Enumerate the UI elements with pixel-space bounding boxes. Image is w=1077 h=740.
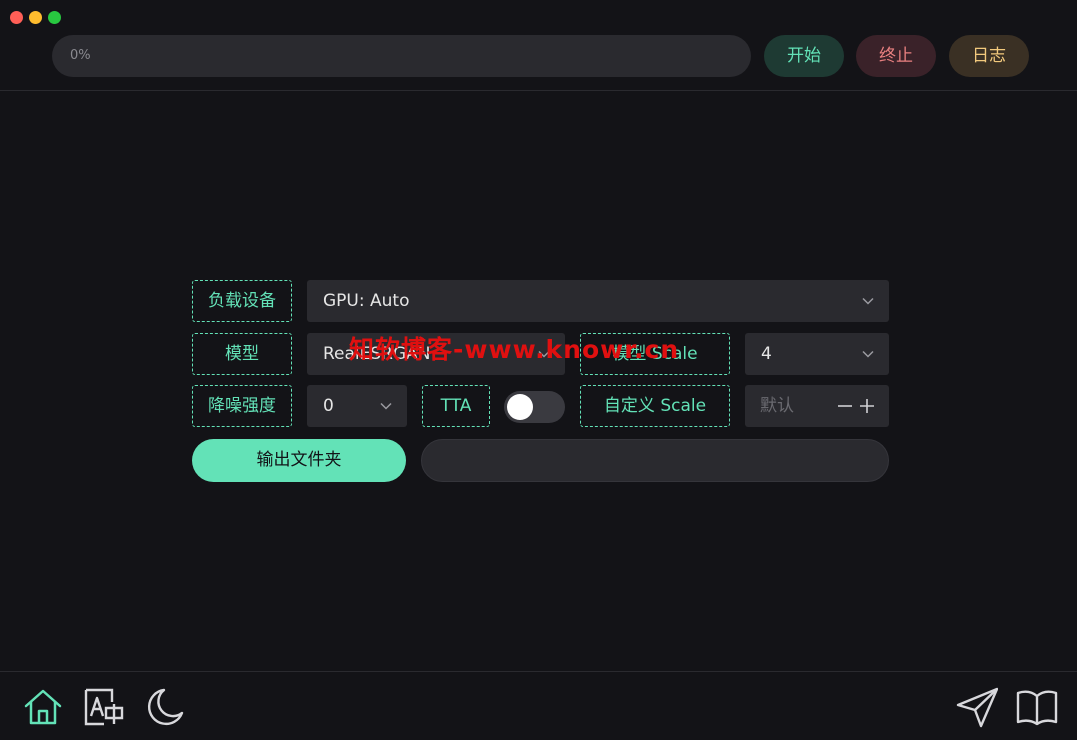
custom-scale-stepper[interactable]: 默认: [745, 385, 889, 427]
progress-text: 0%: [70, 48, 91, 63]
top-divider: [0, 90, 1077, 91]
device-label: 负载设备: [192, 280, 292, 322]
device-value: GPU: Auto: [323, 291, 410, 311]
device-select[interactable]: GPU: Auto: [307, 280, 889, 322]
zoom-window-button[interactable]: [48, 11, 61, 24]
output-folder-button[interactable]: 输出文件夹: [192, 439, 406, 482]
denoise-label: 降噪强度: [192, 385, 292, 427]
minus-icon[interactable]: [836, 397, 854, 415]
output-path-field[interactable]: [421, 439, 889, 482]
moon-icon[interactable]: [142, 686, 184, 728]
toggle-knob: [507, 394, 533, 420]
bottom-divider: [0, 671, 1077, 672]
chevron-down-icon: [862, 297, 874, 305]
model-label: 模型: [192, 333, 292, 375]
minimize-window-button[interactable]: [29, 11, 42, 24]
send-icon[interactable]: [956, 686, 998, 728]
log-button[interactable]: 日志: [949, 35, 1029, 77]
model-scale-label: 模型 Scale: [580, 333, 730, 375]
model-scale-value: 4: [761, 344, 772, 364]
tta-label: TTA: [422, 385, 490, 427]
book-icon[interactable]: [1016, 686, 1058, 728]
denoise-value: 0: [323, 396, 334, 416]
denoise-select[interactable]: 0: [307, 385, 407, 427]
chevron-down-icon: [380, 402, 392, 410]
stop-button[interactable]: 终止: [856, 35, 936, 77]
model-select[interactable]: RealESRGAN: [307, 333, 565, 375]
model-scale-select[interactable]: 4: [745, 333, 889, 375]
tta-toggle[interactable]: [504, 391, 565, 423]
chevron-down-icon: [538, 350, 550, 358]
progress-bar: 0%: [52, 35, 751, 77]
model-value: RealESRGAN: [323, 344, 431, 364]
plus-icon[interactable]: [858, 397, 876, 415]
home-icon[interactable]: [22, 686, 64, 728]
custom-scale-placeholder: 默认: [760, 396, 794, 416]
app-window: 0% 开始 终止 日志 负载设备 GPU: Auto 模型 RealESRGAN…: [0, 0, 1077, 740]
translate-icon[interactable]: [82, 686, 124, 728]
start-button[interactable]: 开始: [764, 35, 844, 77]
chevron-down-icon: [862, 350, 874, 358]
close-window-button[interactable]: [10, 11, 23, 24]
custom-scale-label: 自定义 Scale: [580, 385, 730, 427]
